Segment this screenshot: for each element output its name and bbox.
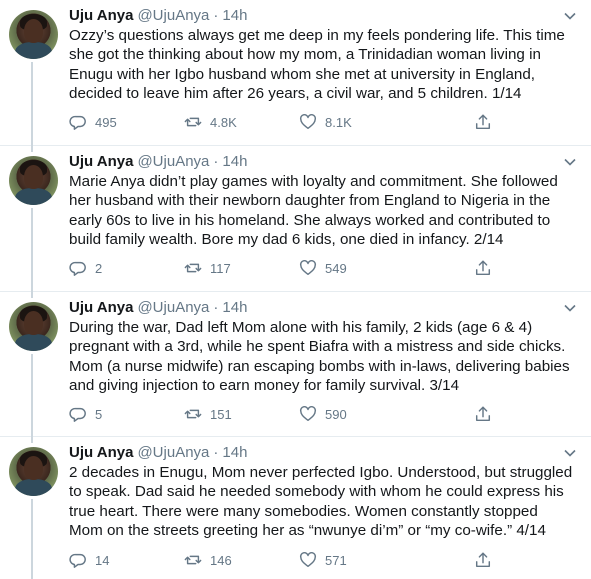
thread-line [31, 354, 33, 437]
retweet-icon [184, 409, 202, 419]
timestamp[interactable]: 14h [222, 7, 247, 24]
chevron-down-icon[interactable] [563, 9, 577, 23]
share-button[interactable] [474, 112, 500, 132]
timestamp[interactable]: 14h [222, 153, 247, 170]
reply-count: 495 [95, 114, 117, 130]
retweet-icon [184, 117, 202, 127]
retweet-button[interactable]: 4.8K [184, 112, 237, 132]
tweet-text: Ozzy’s questions always get me deep in m… [69, 27, 565, 103]
tweet-actions: 5 151 590 [69, 404, 519, 424]
share-button[interactable] [474, 404, 500, 424]
thread-line [31, 146, 33, 152]
thread-line [31, 499, 33, 579]
retweet-count: 117 [210, 260, 231, 276]
tweet-header: Uju Anya @UjuAnya · 14h [69, 7, 248, 24]
reply-icon [69, 407, 86, 422]
tweet-text: During the war, Dad left Mom alone with … [69, 319, 570, 395]
retweet-button[interactable]: 117 [184, 258, 231, 278]
tweet-text: Marie Anya didn’t play games with loyalt… [69, 173, 558, 249]
author-handle[interactable]: @UjuAnya [137, 299, 209, 316]
retweet-icon [184, 555, 202, 565]
timestamp[interactable]: 14h [222, 444, 247, 461]
author-name[interactable]: Uju Anya [69, 299, 133, 316]
avatar[interactable] [9, 302, 58, 351]
retweet-icon [184, 263, 202, 273]
tweet-header: Uju Anya @UjuAnya · 14h [69, 153, 248, 170]
author-handle[interactable]: @UjuAnya [137, 153, 209, 170]
share-button[interactable] [474, 258, 500, 278]
heart-icon [300, 552, 316, 568]
tweet-actions: 495 4.8K 8.1K [69, 112, 519, 132]
tweet-3[interactable]: Uju Anya @UjuAnya · 14h During the war, Dad… [0, 292, 591, 437]
like-count: 590 [325, 406, 347, 422]
like-button[interactable]: 571 [299, 550, 347, 570]
share-icon [475, 260, 491, 276]
share-button[interactable] [474, 550, 500, 570]
like-button[interactable]: 590 [299, 404, 347, 424]
share-icon [475, 406, 491, 422]
retweet-button[interactable]: 151 [184, 404, 232, 424]
tweet-header: Uju Anya @UjuAnya · 14h [69, 299, 248, 316]
tweet-4[interactable]: Uju Anya @UjuAnya · 14h 2 decades in Enugu,… [0, 437, 591, 579]
avatar[interactable] [9, 447, 58, 496]
reply-count: 2 [95, 260, 103, 276]
tweet-header: Uju Anya @UjuAnya · 14h [69, 444, 248, 461]
author-name[interactable]: Uju Anya [69, 153, 133, 170]
author-name[interactable]: Uju Anya [69, 444, 133, 461]
thread-line [31, 292, 33, 298]
share-icon [475, 114, 491, 130]
like-count: 8.1K [325, 114, 352, 130]
tweet-actions: 14 146 571 [69, 550, 519, 570]
retweet-button[interactable]: 146 [184, 550, 232, 570]
reply-count: 14 [95, 552, 110, 568]
thread-line [31, 437, 33, 443]
reply-icon [69, 115, 86, 130]
reply-button[interactable]: 5 [69, 404, 102, 424]
reply-button[interactable]: 14 [69, 550, 109, 570]
reply-button[interactable]: 495 [69, 112, 117, 132]
like-button[interactable]: 8.1K [299, 112, 352, 132]
author-name[interactable]: Uju Anya [69, 7, 133, 24]
like-count: 571 [325, 552, 347, 568]
avatar[interactable] [9, 10, 58, 59]
tweet-text: 2 decades in Enugu, Mom never perfected … [69, 464, 573, 540]
chevron-down-icon[interactable] [563, 301, 577, 315]
thread-line [31, 62, 33, 146]
reply-button[interactable]: 2 [69, 258, 102, 278]
retweet-count: 146 [210, 552, 232, 568]
reply-count: 5 [95, 406, 103, 422]
author-handle[interactable]: @UjuAnya [137, 444, 209, 461]
heart-icon [300, 260, 316, 276]
author-handle[interactable]: @UjuAnya [137, 7, 209, 24]
heart-icon [300, 406, 316, 422]
retweet-count: 4.8K [210, 114, 237, 130]
tweet-2[interactable]: Uju Anya @UjuAnya · 14h Marie Anya didn’t p… [0, 146, 591, 292]
share-icon [475, 552, 491, 568]
avatar[interactable] [9, 156, 58, 205]
tweet-actions: 2 117 549 [69, 258, 519, 278]
timestamp[interactable]: 14h [222, 299, 247, 316]
retweet-count: 151 [210, 406, 232, 422]
thread-line [31, 208, 33, 292]
chevron-down-icon[interactable] [563, 446, 577, 460]
reply-icon [69, 553, 86, 568]
tweet-1[interactable]: Uju Anya @UjuAnya · 14h Ozzy’s questions al… [0, 0, 591, 146]
heart-icon [300, 114, 316, 130]
like-button[interactable]: 549 [299, 258, 347, 278]
reply-icon [69, 261, 86, 276]
like-count: 549 [325, 260, 347, 276]
chevron-down-icon[interactable] [563, 155, 577, 169]
